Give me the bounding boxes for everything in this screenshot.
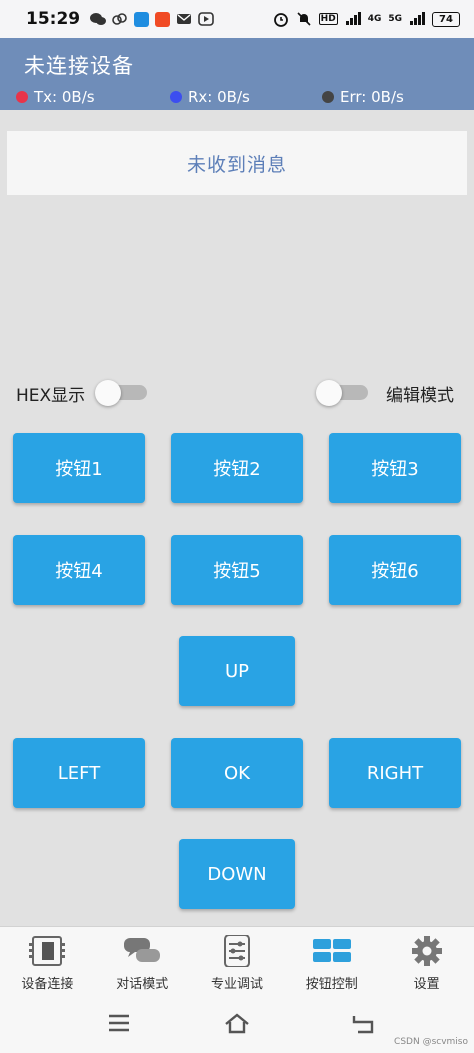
system-status-icons: HD 4G 5G 74	[273, 11, 460, 27]
gear-icon	[411, 936, 442, 966]
down-button[interactable]: DOWN	[179, 839, 295, 909]
hd-label: HD	[318, 13, 338, 25]
nav-label: 对话模式	[116, 977, 169, 992]
signal-icon	[345, 12, 361, 25]
hex-display-switch[interactable]	[95, 378, 148, 408]
notification-icons	[90, 11, 214, 27]
edit-mode-label: 编辑模式	[386, 385, 454, 406]
right-button[interactable]: RIGHT	[329, 738, 461, 808]
rx-stat: Rx: 0B/s	[170, 88, 250, 106]
cloud-icon	[112, 13, 127, 25]
hex-display-label: HEX显示	[16, 385, 86, 406]
alarm-icon	[273, 13, 288, 27]
button-5[interactable]: 按钮5	[171, 535, 303, 605]
network-label: 4G	[367, 14, 382, 24]
nav-label: 设备连接	[21, 977, 74, 992]
button-1[interactable]: 按钮1	[13, 433, 145, 503]
err-stat: Err: 0B/s	[322, 88, 404, 106]
header-bar: 未连接设备 Tx: 0B/s Rx: 0B/s Err: 0B/s	[0, 38, 474, 110]
rx-dot-icon	[170, 91, 182, 103]
nav-label: 设置	[413, 977, 440, 992]
tx-label: Tx: 0B/s	[34, 88, 95, 106]
status-time: 15:29	[26, 9, 81, 29]
debug-icon	[223, 935, 250, 967]
ok-button[interactable]: OK	[171, 738, 303, 808]
nav-button-control[interactable]: 按钮控制	[284, 927, 379, 999]
tx-stat: Tx: 0B/s	[16, 88, 95, 106]
grid-icon	[312, 939, 351, 962]
nav-chat-mode[interactable]: 对话模式	[95, 927, 190, 999]
signal-icon-2	[410, 12, 425, 25]
device-icon	[29, 936, 66, 966]
network-5g-label: 5G	[388, 14, 402, 24]
button-6[interactable]: 按钮6	[329, 535, 461, 605]
nav-settings[interactable]: 设置	[379, 927, 474, 999]
nav-pro-debug[interactable]: 专业调试	[190, 927, 285, 999]
back-icon[interactable]	[350, 1012, 376, 1034]
battery-indicator: 74	[432, 11, 460, 27]
hex-switch-knob	[95, 380, 122, 406]
err-label: Err: 0B/s	[340, 88, 404, 106]
button-2[interactable]: 按钮2	[171, 433, 303, 503]
edit-mode-switch[interactable]	[316, 378, 368, 408]
edit-switch-knob	[316, 380, 342, 406]
watermark-text: CSDN @scvmiso	[394, 1037, 468, 1047]
nav-label: 专业调试	[210, 977, 263, 992]
nav-device-connect[interactable]: 设备连接	[0, 927, 95, 999]
button-4[interactable]: 按钮4	[13, 535, 145, 605]
err-dot-icon	[322, 91, 334, 103]
system-navigation-bar: CSDN @scvmiso	[0, 998, 474, 1053]
hex-display-row: HEX显示	[16, 378, 148, 408]
nav-label: 按钮控制	[305, 977, 358, 992]
button-3[interactable]: 按钮3	[329, 433, 461, 503]
mail-icon	[177, 14, 192, 24]
play-icon	[198, 12, 214, 26]
received-message-text: 未收到消息	[186, 153, 287, 176]
status-bar: 15:29 HD 4G 5G 74	[0, 0, 474, 38]
app-blue-icon	[134, 11, 150, 27]
connection-status-title: 未连接设备	[24, 54, 134, 78]
mute-icon	[297, 12, 311, 26]
home-icon[interactable]	[224, 1012, 250, 1034]
tx-dot-icon	[16, 91, 28, 103]
rx-label: Rx: 0B/s	[188, 88, 250, 106]
app-orange-icon	[155, 11, 171, 27]
wechat-icon	[90, 13, 107, 25]
bottom-navigation: 设备连接 对话模式 专业调试 按钮控制 设置	[0, 926, 474, 999]
up-button[interactable]: UP	[179, 636, 295, 706]
received-message-panel: 未收到消息	[7, 131, 467, 195]
menu-icon[interactable]	[107, 1012, 131, 1034]
chat-icon	[124, 938, 161, 962]
edit-mode-row: 编辑模式	[316, 378, 454, 408]
left-button[interactable]: LEFT	[13, 738, 145, 808]
